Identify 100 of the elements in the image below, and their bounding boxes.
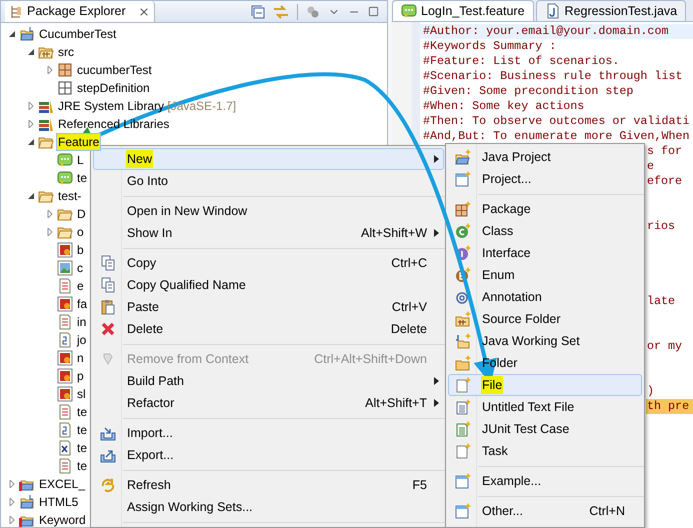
menu-item[interactable]: Java Working Set (448, 330, 642, 352)
menu-item[interactable]: Package (448, 198, 642, 220)
code-line: #Given: Some precondition step (422, 84, 634, 99)
tree-item[interactable]: o (75, 223, 86, 241)
tree-item[interactable]: b (75, 241, 86, 259)
menu-item[interactable]: New (93, 148, 444, 170)
menu-item[interactable]: JUnit Test Case (448, 418, 642, 440)
expanded-arrow-icon[interactable] (27, 192, 35, 200)
code-line: rios (646, 219, 676, 234)
menu-item[interactable]: Java Project (448, 146, 642, 168)
paste-icon (100, 299, 116, 315)
image-file-icon (57, 296, 73, 312)
link-arrows-icon[interactable] (273, 4, 289, 18)
code-line: e (646, 159, 656, 174)
tree-item[interactable]: te (75, 169, 90, 187)
menu-item[interactable]: Paste Ctrl+V (93, 296, 444, 318)
menu-item[interactable]: Import... (93, 422, 444, 444)
tree-item[interactable]: D (75, 205, 88, 223)
image-file-icon (57, 350, 73, 366)
collapsed-arrow-icon[interactable] (8, 480, 16, 488)
tree-item[interactable]: Referenced Libraries (56, 115, 172, 133)
tree-item[interactable]: p (75, 367, 86, 385)
tree-item[interactable]: e (75, 277, 86, 295)
collapsed-arrow-icon[interactable] (46, 66, 54, 74)
menu-item[interactable]: Copy Ctrl+C (93, 252, 444, 274)
menu-item[interactable]: Build Path (93, 370, 444, 392)
menu-item[interactable]: File (448, 374, 642, 396)
collapsed-arrow-icon[interactable] (27, 102, 35, 110)
tree-item[interactable]: EXCEL_ (37, 475, 88, 493)
tree-item[interactable]: HTML5 (37, 493, 80, 511)
menu-item[interactable]: Assign Working Sets... (93, 496, 444, 518)
tree-item[interactable]: te (75, 457, 90, 475)
image-file-icon (57, 260, 73, 276)
menu-item[interactable]: Class (448, 220, 642, 242)
menu-item[interactable]: Copy Qualified Name (93, 274, 444, 296)
collapsed-arrow-icon[interactable] (8, 516, 16, 524)
shortcut-label: Ctrl+C (391, 254, 428, 272)
new-interface-icon (455, 245, 471, 261)
menu-item[interactable]: Example... (448, 470, 642, 492)
tree-item[interactable]: Keyword (37, 511, 88, 527)
tree-item[interactable]: in (75, 313, 88, 331)
menu-item[interactable]: Refactor Alt+Shift+T (93, 392, 444, 414)
menu-item[interactable]: Untitled Text File (448, 396, 642, 418)
tree-item[interactable]: te (75, 403, 90, 421)
expanded-arrow-icon[interactable] (8, 30, 16, 38)
collapsed-arrow-icon[interactable] (46, 228, 54, 236)
tree-item[interactable]: CucumberTest (37, 25, 118, 43)
menu-item[interactable]: Project... (448, 168, 642, 190)
script-file-icon (57, 422, 73, 438)
expanded-arrow-icon[interactable] (27, 48, 35, 56)
menu-label: Build Path (126, 372, 185, 390)
collapse-all-icon[interactable] (251, 4, 265, 18)
menu-item[interactable]: Refresh F5 (93, 474, 444, 496)
tree-item[interactable]: te (75, 421, 90, 439)
menu-item[interactable]: Delete Delete (93, 318, 444, 340)
expanded-arrow-icon[interactable] (27, 138, 35, 146)
filter-icon[interactable] (306, 4, 320, 18)
menu-item[interactable]: Annotation (448, 286, 642, 308)
tree-item[interactable]: test- (56, 187, 84, 205)
tree-item[interactable]: stepDefinition (75, 79, 152, 97)
menu-item[interactable]: Other... Ctrl+N (448, 500, 642, 522)
tree-item[interactable]: sl (75, 385, 88, 403)
menu-item[interactable]: Enum (448, 264, 642, 286)
close-icon[interactable] (138, 6, 150, 18)
new-enum-icon (455, 267, 471, 283)
menu-item[interactable]: Interface (448, 242, 642, 264)
shortcut-label: Delete (390, 320, 428, 338)
tree-item[interactable]: Feature (56, 133, 102, 151)
tree-item[interactable]: n (75, 349, 86, 367)
collapsed-arrow-icon[interactable] (46, 210, 54, 218)
maximize-icon[interactable] (368, 6, 379, 17)
menu-item[interactable]: Task (448, 440, 642, 462)
menu-item[interactable]: Source Folder (448, 308, 642, 330)
menu-label: Refresh (126, 476, 172, 494)
menu-item[interactable]: Export... (93, 444, 444, 466)
tree-item[interactable]: L (75, 151, 86, 169)
collapsed-arrow-icon[interactable] (27, 120, 35, 128)
new-source-folder-icon (455, 311, 471, 327)
tree-item[interactable]: c (75, 259, 85, 277)
menu-item[interactable]: Go Into (93, 170, 444, 192)
collapsed-arrow-icon[interactable] (8, 498, 16, 506)
feature-file-icon (57, 170, 73, 186)
menu-label: Assign Working Sets... (126, 498, 254, 516)
tree-item[interactable]: cucumberTest (75, 61, 154, 79)
new-window-icon (455, 503, 471, 519)
menu-label: Untitled Text File (481, 398, 576, 416)
editor-tab[interactable]: RegressionTest.java (536, 0, 686, 21)
code-line: #And,But: To enumerate more Given,When (422, 129, 691, 144)
menu-label: Enum (481, 266, 516, 284)
delete-icon (100, 321, 116, 337)
tree-item[interactable]: fa (75, 295, 90, 313)
menu-label: Paste (126, 298, 160, 316)
tree-item[interactable]: src (56, 43, 76, 61)
menu-item[interactable]: Show In Alt+Shift+W (93, 222, 444, 244)
tree-item[interactable]: jo (75, 331, 88, 349)
feature-file-icon (401, 3, 417, 19)
editor-tab[interactable]: LogIn_Test.feature (392, 0, 534, 21)
menu-item[interactable]: Open in New Window (93, 200, 444, 222)
menu-label: Other... (481, 502, 524, 520)
tree-item[interactable]: te (75, 439, 90, 457)
